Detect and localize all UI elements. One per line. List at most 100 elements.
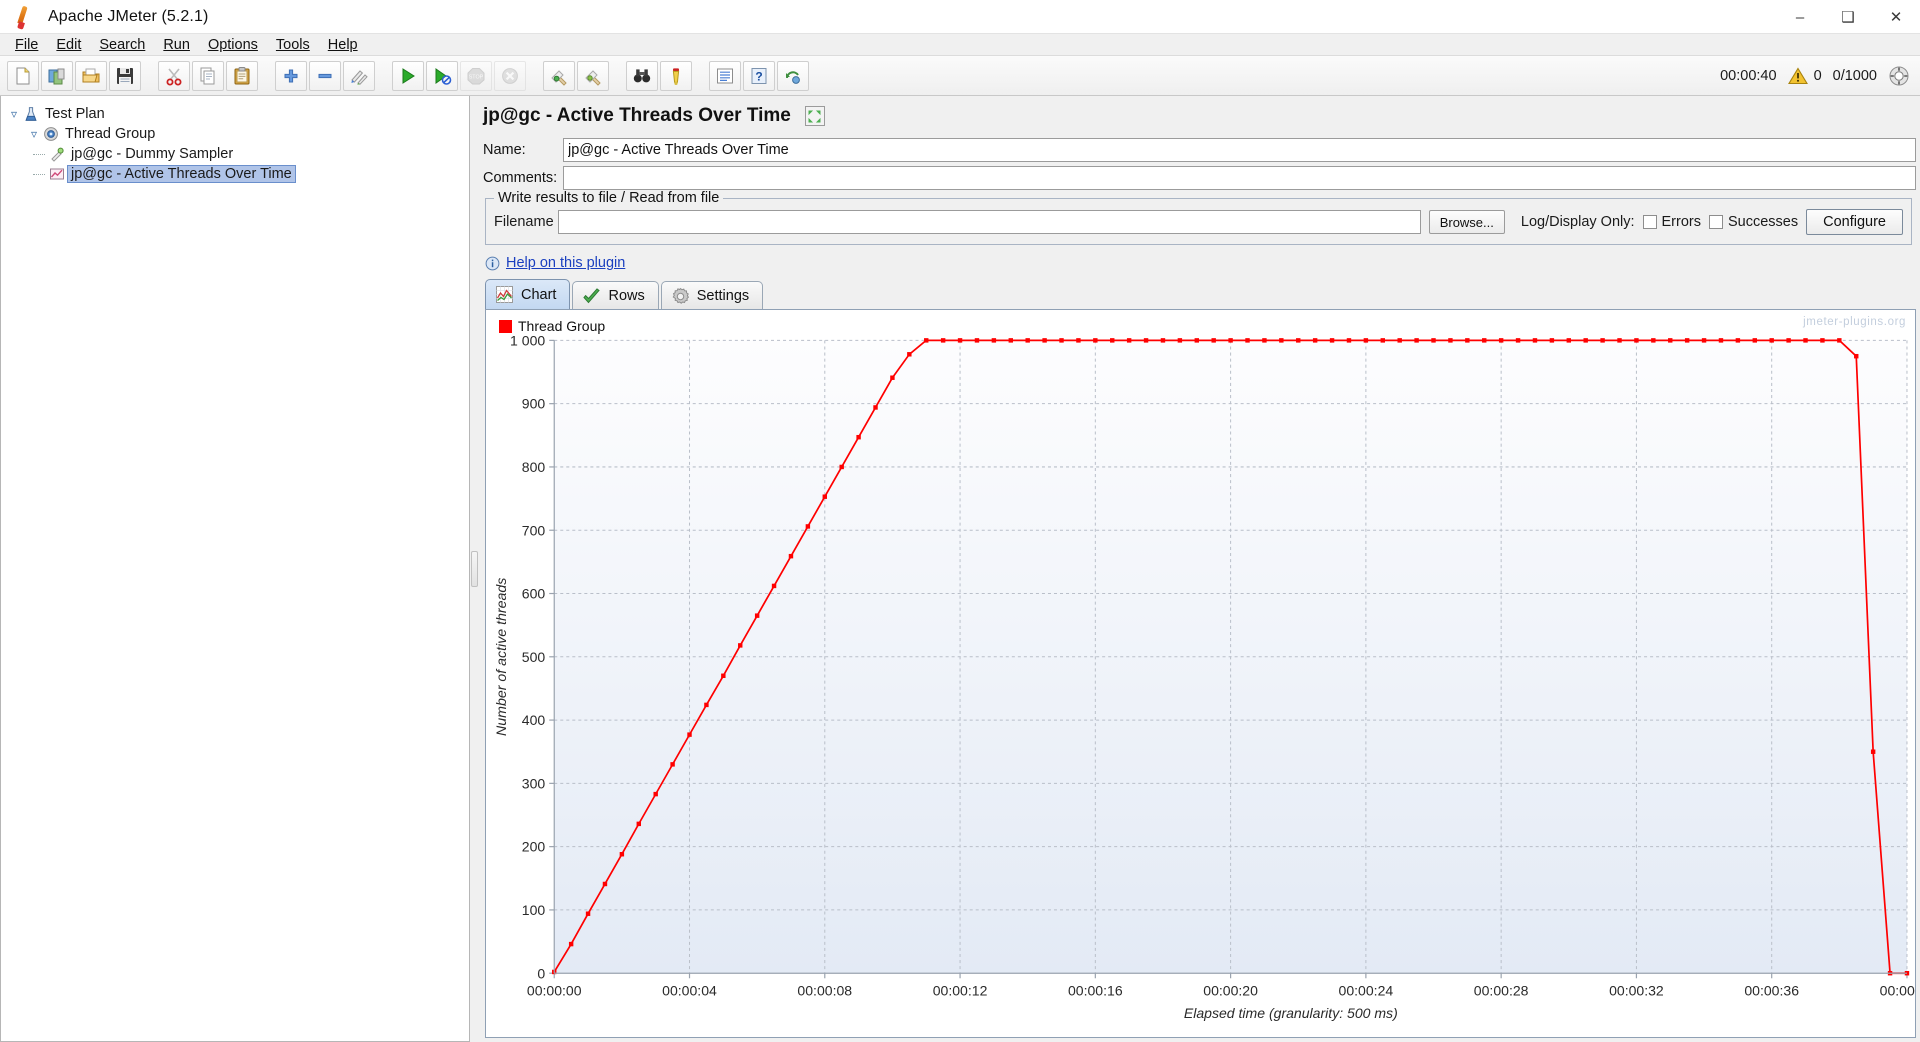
legend-label: Thread Group (518, 318, 606, 334)
chart-data-point (602, 881, 608, 887)
chart-data-point (1600, 338, 1605, 343)
chart-data-point (1110, 338, 1115, 343)
templates-icon (48, 68, 65, 84)
configure-button[interactable]: Configure (1806, 209, 1903, 235)
menu-options-label: Options (207, 36, 258, 53)
errors-checkbox-wrap[interactable]: Errors (1642, 214, 1701, 230)
paste-button[interactable] (226, 60, 258, 91)
help-on-this-plugin-link[interactable]: Help on this plugin (506, 255, 625, 271)
chart-y-tick-label: 700 (522, 522, 546, 538)
cut-button[interactable] (158, 60, 190, 91)
chart-data-point (1803, 338, 1808, 343)
svg-text:STOP: STOP (469, 74, 484, 80)
copy-button[interactable] (192, 60, 224, 91)
chart-data-point (1329, 338, 1335, 343)
toggle-pencils-icon (351, 69, 368, 85)
chart-data-point (839, 464, 844, 470)
window-controls: – ❑ ✕ (1776, 0, 1920, 34)
save-button[interactable] (109, 60, 141, 91)
menu-help[interactable]: Help (319, 36, 367, 54)
tree-node-test-plan[interactable]: ▿ Test Plan (7, 104, 469, 124)
help-row: Help on this plugin (485, 253, 1916, 273)
expand-handle-test-plan[interactable]: ▿ (7, 107, 21, 121)
chart-data-point (619, 852, 625, 857)
function-helper-button[interactable] (709, 60, 741, 91)
browse-button[interactable]: Browse... (1428, 210, 1505, 234)
chart-data-point (1532, 338, 1538, 343)
toggle-button[interactable] (343, 60, 375, 91)
filename-label: Filename (494, 214, 554, 230)
chart-y-tick-label: 1 000 (510, 332, 545, 348)
tree-node-thread-group[interactable]: ▿ Thread Group (7, 124, 469, 144)
chart-container[interactable]: 0 100 200 300 400 500 600 700 800 900 1 000 00:00:… (485, 309, 1916, 1038)
expand-all-button[interactable] (275, 60, 307, 91)
splitter-grip[interactable] (471, 551, 478, 587)
warning-count: 0 (1813, 68, 1822, 84)
chart-data-point (1583, 338, 1588, 343)
clear-all-button[interactable] (577, 60, 609, 91)
menu-tools[interactable]: Tools (267, 36, 319, 54)
clear-button[interactable] (543, 60, 575, 91)
dummy-sampler-icon (47, 145, 67, 163)
minimize-button[interactable]: – (1776, 0, 1824, 34)
chart-data-point (788, 553, 794, 559)
menu-edit[interactable]: Edit (47, 36, 90, 54)
tab-chart[interactable]: Chart (485, 279, 571, 309)
warning-indicator[interactable]: 0 (1787, 67, 1822, 85)
chart-data-point (1380, 338, 1385, 343)
filename-input[interactable] (558, 210, 1421, 234)
chart-y-axis-label: Number of active threads (493, 578, 509, 736)
name-label: Name: (483, 142, 526, 158)
comments-input[interactable] (563, 166, 1916, 190)
undo-redo-button[interactable] (777, 60, 809, 91)
chart-y-tick-label: 0 (537, 965, 545, 981)
tree-label-active-threads-over-time: jp@gc - Active Threads Over Time (67, 165, 296, 183)
successes-checkbox[interactable] (1709, 215, 1723, 229)
binoculars-icon (633, 68, 651, 82)
listener-config-panel: jp@gc - Active Threads Over Time Name: C… (479, 96, 1920, 1042)
tab-settings[interactable]: Settings (660, 281, 764, 310)
chart-data-point (957, 338, 963, 343)
maximize-button[interactable]: ❑ (1824, 0, 1872, 34)
close-button[interactable]: ✕ (1872, 0, 1920, 34)
shutdown-button[interactable] (494, 60, 526, 91)
chart-x-tick-label: 00:00:00 (527, 982, 582, 998)
green-play-no-timers-icon (435, 67, 452, 85)
chart-legend[interactable]: Thread Group (499, 318, 605, 334)
open-button[interactable] (75, 60, 107, 91)
menu-run[interactable]: Run (154, 36, 199, 54)
menu-options[interactable]: Options (199, 36, 267, 54)
expand-arrows-icon[interactable] (804, 106, 825, 126)
expand-handle-thread-group[interactable]: ▿ (27, 127, 41, 141)
menu-search[interactable]: Search (90, 36, 154, 54)
successes-checkbox-wrap[interactable]: Successes (1709, 214, 1798, 230)
errors-checkbox[interactable] (1642, 215, 1657, 229)
start-button[interactable] (392, 60, 424, 91)
menu-file[interactable]: File (6, 36, 47, 54)
page-title: jp@gc - Active Threads Over Time (483, 105, 791, 126)
tab-bar: Chart Rows Settings (485, 278, 1916, 310)
successes-label: Successes (1728, 214, 1799, 230)
remote-status-icon[interactable] (1888, 65, 1910, 87)
name-input[interactable] (563, 138, 1916, 162)
tree-node-dummy-sampler[interactable]: jp@gc - Dummy Sampler (7, 144, 469, 164)
chart-data-point (974, 338, 980, 343)
write-results-group: Write results to file / Read from file F… (485, 190, 1912, 245)
search-button[interactable] (626, 60, 658, 91)
search-reset-button[interactable] (660, 60, 692, 91)
gray-x-icon (502, 67, 518, 84)
collapse-all-button[interactable] (309, 60, 341, 91)
tab-rows[interactable]: Rows (572, 281, 659, 310)
chart-data-point (1735, 338, 1741, 343)
new-test-plan-button[interactable] (7, 60, 39, 91)
panel-splitter[interactable] (470, 96, 479, 1042)
filename-row: Filename Browse... Log/Display Only: Err… (494, 209, 1903, 235)
menu-help-label: Help (327, 36, 358, 53)
help-button[interactable]: ? (743, 60, 775, 91)
templates-button[interactable] (41, 60, 73, 91)
chart-data-point (1684, 338, 1690, 343)
stop-button[interactable]: STOP (460, 60, 492, 91)
tree-node-active-threads-over-time[interactable]: jp@gc - Active Threads Over Time (7, 164, 469, 184)
start-no-timers-button[interactable] (426, 60, 458, 91)
toolbar: STOP ? 00:00:40 0 0/1000 (0, 56, 1920, 96)
